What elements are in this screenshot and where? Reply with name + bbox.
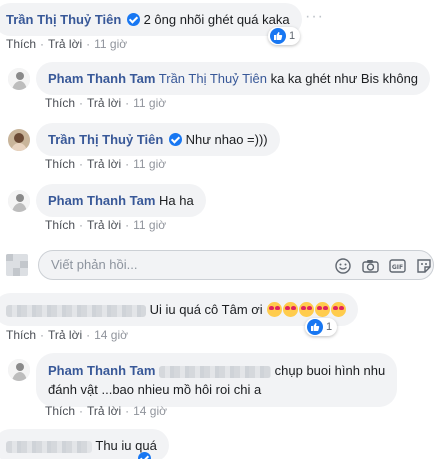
heart-eyes-emoji	[267, 302, 283, 317]
comment-text-line-1: chụp buoi hình nhu	[274, 363, 386, 378]
comment-bubble-2: Pham Thanh Tam Trần Thị Thuỷ Tiên ka ka …	[36, 62, 431, 95]
reply-button[interactable]: Trả lời	[87, 96, 121, 110]
like-button[interactable]: Thích	[6, 37, 36, 51]
verified-icon	[126, 13, 140, 26]
reply-button[interactable]: Trả lời	[48, 37, 82, 51]
like-icon	[270, 28, 286, 44]
like-button[interactable]: Thích	[6, 328, 36, 342]
comment-bubble-1: Trần Thị Thuỷ Tiên 2 ông nhõi ghét quá k…	[0, 3, 302, 36]
gif-icon[interactable]: GIF	[388, 257, 406, 275]
more-icon[interactable]: ···	[305, 8, 324, 26]
avatar[interactable]	[8, 129, 30, 151]
comment-bubble-6: Pham Thanh Tam chụp buoi hình nhu đánh v…	[36, 353, 398, 407]
comment-text-line-2: đánh vật ...bao nhieu mồ hôi roi chi a	[48, 382, 262, 397]
timestamp[interactable]: 14 giờ	[133, 404, 167, 418]
comment-text: Ui iu quá cô Tâm ơi	[149, 302, 263, 317]
avatar[interactable]	[8, 68, 30, 90]
comment-text: 2 ông nhõi ghét quá kaka	[143, 12, 290, 27]
smiley-icon[interactable]	[334, 257, 352, 275]
commenter-name[interactable]: Pham Thanh Tam	[48, 193, 155, 208]
reply-input[interactable]	[51, 257, 311, 272]
comment-text: Ha ha	[159, 193, 194, 208]
comment-actions: Thích · Trả lời · 14 giờ	[45, 404, 167, 418]
commenter-name[interactable]: Pham Thanh Tam	[48, 363, 155, 378]
avatar[interactable]	[8, 359, 30, 381]
reply-button[interactable]: Trả lời	[87, 404, 121, 418]
timestamp[interactable]: 14 giờ	[94, 328, 128, 342]
timestamp[interactable]: 11 giờ	[133, 157, 166, 171]
heart-eyes-emoji	[315, 302, 331, 317]
timestamp[interactable]: 11 giờ	[94, 37, 127, 51]
timestamp[interactable]: 11 giờ	[133, 96, 166, 110]
like-button[interactable]: Thích	[45, 96, 75, 110]
mention-link[interactable]: Trần Thị Thuỷ Tiên	[159, 71, 267, 86]
verified-icon	[168, 133, 182, 146]
comment-bubble-3: Trần Thị Thuỷ Tiên Như nhao =)))	[36, 123, 280, 156]
heart-eyes-emoji	[331, 302, 347, 317]
commenter-name[interactable]: Trần Thị Thuỷ Tiên	[48, 132, 163, 147]
verified-icon	[138, 452, 151, 459]
reaction-count: 1	[289, 30, 296, 42]
reply-button[interactable]: Trả lời	[48, 328, 82, 342]
redacted-name	[6, 304, 146, 317]
reaction-badge[interactable]: 1	[268, 27, 301, 45]
reaction-badge[interactable]: 1	[305, 318, 338, 336]
reply-button[interactable]: Trả lời	[87, 218, 121, 232]
camera-icon[interactable]	[361, 257, 379, 275]
comment-text: Thu iu quá	[95, 438, 157, 453]
svg-text:GIF: GIF	[391, 264, 402, 271]
comment-bubble-5: Ui iu quá cô Tâm ơi	[0, 293, 359, 326]
like-button[interactable]: Thích	[45, 157, 75, 171]
redacted-name	[6, 440, 92, 453]
timestamp[interactable]: 11 giờ	[133, 218, 166, 232]
reply-box[interactable]: GIF	[38, 250, 434, 280]
like-icon	[307, 319, 323, 335]
comment-actions: Thích · Trả lời · 11 giờ	[45, 218, 167, 232]
like-button[interactable]: Thích	[45, 218, 75, 232]
sticker-icon[interactable]	[415, 257, 433, 275]
comment-text: ka ka ghét như Bis không	[270, 71, 419, 86]
avatar[interactable]	[6, 254, 28, 276]
comment-actions: Thích · Trả lời · 11 giờ	[45, 96, 167, 110]
commenter-name[interactable]: Pham Thanh Tam	[48, 71, 155, 86]
comment-text: Như nhao =)))	[185, 132, 268, 147]
reply-button[interactable]: Trả lời	[87, 157, 121, 171]
comment-actions: Thích · Trả lời · 14 giờ	[6, 328, 128, 342]
heart-eyes-emoji	[283, 302, 299, 317]
redacted-mention	[159, 365, 272, 378]
commenter-name[interactable]: Trần Thị Thuỷ Tiên	[6, 12, 121, 27]
comment-actions: Thích · Trả lời · 11 giờ	[45, 157, 167, 171]
like-button[interactable]: Thích	[45, 404, 75, 418]
comment-bubble-4: Pham Thanh Tam Ha ha	[36, 184, 206, 217]
reaction-count: 1	[326, 321, 333, 333]
avatar[interactable]	[8, 190, 30, 212]
comment-actions: Thích · Trả lời · 11 giờ	[6, 37, 128, 51]
heart-eyes-emoji	[299, 302, 315, 317]
